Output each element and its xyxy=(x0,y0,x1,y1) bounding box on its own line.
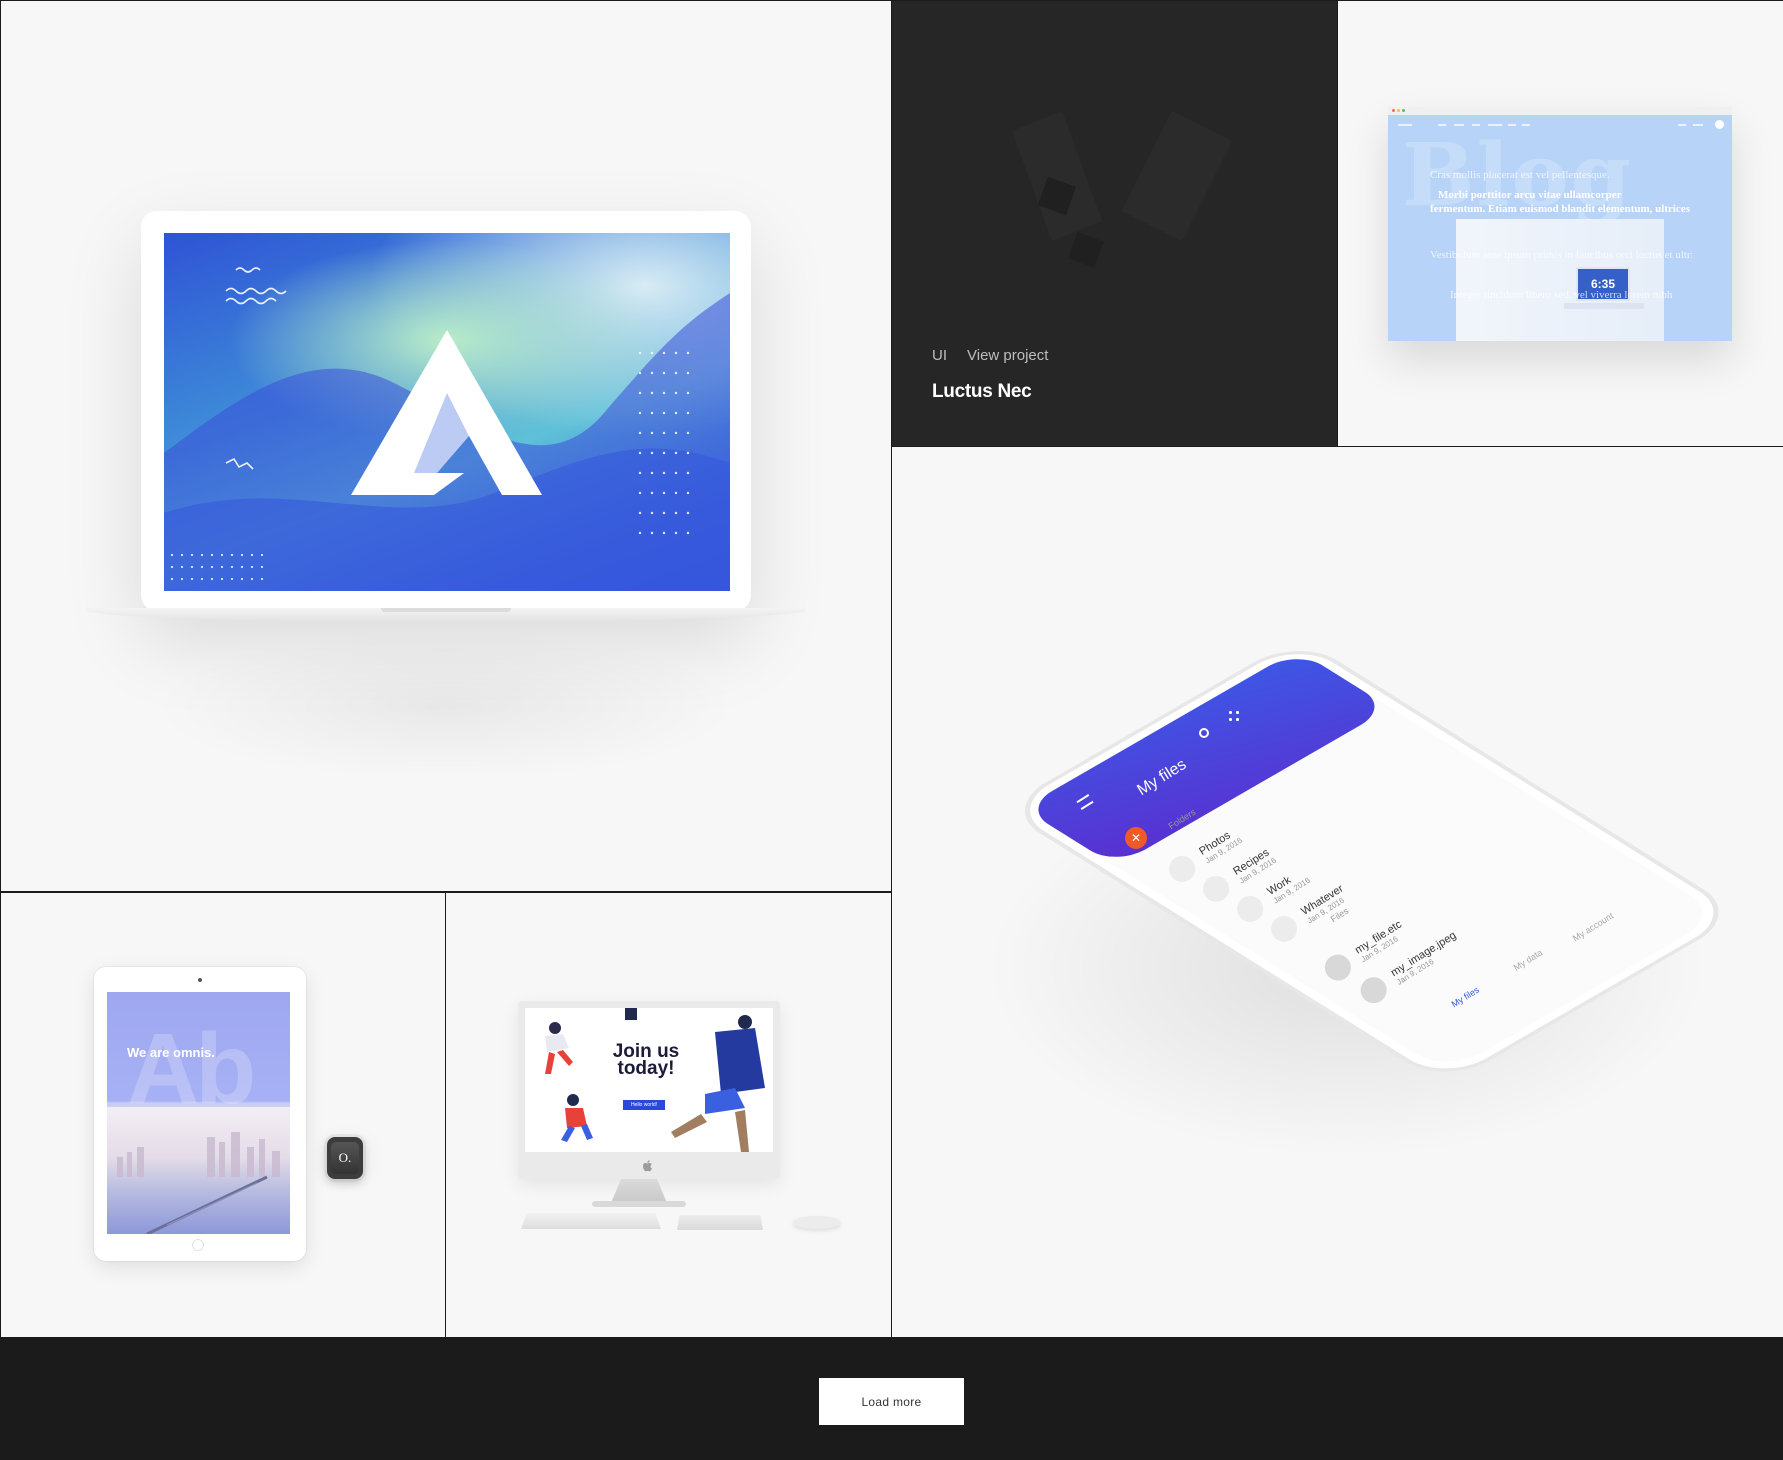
ipad-mockup: Ab We are omnis. xyxy=(94,967,306,1261)
imac-cta-button: Hello world! xyxy=(623,1100,665,1110)
menu-icon[interactable] xyxy=(1076,794,1094,810)
imac-screen: Join us today! Hello world! xyxy=(525,1008,773,1152)
folder-icon xyxy=(1266,910,1303,947)
project-category: UI xyxy=(932,347,947,364)
ipad-home-button xyxy=(192,1239,204,1251)
browser-toolbar xyxy=(1388,107,1732,115)
imac-stand xyxy=(611,1179,667,1203)
project-title[interactable]: Luctus Nec xyxy=(932,381,1032,403)
brand-artwork xyxy=(164,267,730,591)
laptop-notch xyxy=(381,608,511,612)
imac-headline: Join us today! xyxy=(612,1041,680,1079)
city-photo xyxy=(107,1107,290,1234)
imac-foot xyxy=(592,1201,686,1207)
illustration-people xyxy=(545,1008,765,1152)
portfolio-item-laptop[interactable] xyxy=(1,1,891,891)
watch-face: O. xyxy=(331,1142,359,1174)
grid-view-icon[interactable] xyxy=(1227,709,1241,723)
apple-logo-icon xyxy=(643,1160,652,1172)
smartwatch: O. xyxy=(327,1137,363,1179)
portfolio-item-imac[interactable]: Join us today! Hello world! xyxy=(446,893,891,1337)
file-icon xyxy=(1355,972,1392,1009)
phone-screen: My files ✕ Folders Photos Jan 9, 2016 Re… xyxy=(892,447,1783,1337)
ipad-screen: Ab We are omnis. xyxy=(107,992,290,1234)
trackpad xyxy=(677,1215,763,1230)
file-icon xyxy=(1319,949,1356,986)
folders-label: Folders xyxy=(1166,806,1198,832)
blog-line-1: Cras mollis placerat est vel pellentesqu… xyxy=(1430,169,1610,181)
blog-line-4: Vestibulum ante ipsum primis in faucibus… xyxy=(1430,249,1692,261)
browser-mockup: Blog Cras mollis placerat est vel pellen… xyxy=(1388,107,1732,341)
portfolio-item-luctus-nec[interactable]: UI View project Luctus Nec xyxy=(892,1,1337,446)
folder-icon xyxy=(1164,850,1201,887)
keyboard xyxy=(521,1213,661,1229)
laptop-shadow xyxy=(151,631,741,781)
phone-title: My files xyxy=(1134,755,1190,800)
folder-icon xyxy=(1232,890,1269,927)
mouse xyxy=(793,1216,841,1229)
tab-my-data[interactable]: My data xyxy=(1512,947,1544,972)
blog-line-5: Integer tincidunt libero sed, vel viverr… xyxy=(1450,289,1673,301)
load-more-button[interactable]: Load more xyxy=(819,1378,964,1425)
project-meta: UI View project xyxy=(932,347,1048,364)
portfolio-item-phone[interactable]: My files ✕ Folders Photos Jan 9, 2016 Re… xyxy=(892,447,1783,1337)
blog-feature-photo: 6:35 xyxy=(1456,219,1664,341)
ipad-headline: We are omnis. xyxy=(127,1045,215,1060)
portfolio-item-browser[interactable]: Blog Cras mollis placerat est vel pellen… xyxy=(1338,1,1783,446)
device-ghost-image xyxy=(1012,111,1232,268)
laptop-screen xyxy=(164,233,730,591)
blog-line-3: fermentum. Etiam euismod blandit element… xyxy=(1430,203,1692,215)
blog-line-2: Morbi porttitor arcu vitae ullamcorper xyxy=(1438,189,1622,201)
view-project-link[interactable]: View project xyxy=(967,347,1048,364)
search-icon[interactable] xyxy=(1199,728,1209,738)
portfolio-item-ipad[interactable]: Ab We are omnis. O. xyxy=(1,893,445,1337)
tab-my-files[interactable]: My files xyxy=(1450,985,1481,1010)
folder-icon xyxy=(1198,870,1235,907)
laptop-photo-base xyxy=(1564,303,1644,309)
browser-avatar-icon xyxy=(1715,120,1724,129)
tab-my-account[interactable]: My account xyxy=(1571,911,1615,944)
portfolio-grid: UI View project Luctus Nec Blog Cras mol… xyxy=(0,0,1783,1337)
ipad-camera xyxy=(198,978,202,982)
imac-mockup: Join us today! Hello world! xyxy=(518,1001,780,1179)
fab-icon[interactable]: ✕ xyxy=(1125,827,1147,849)
